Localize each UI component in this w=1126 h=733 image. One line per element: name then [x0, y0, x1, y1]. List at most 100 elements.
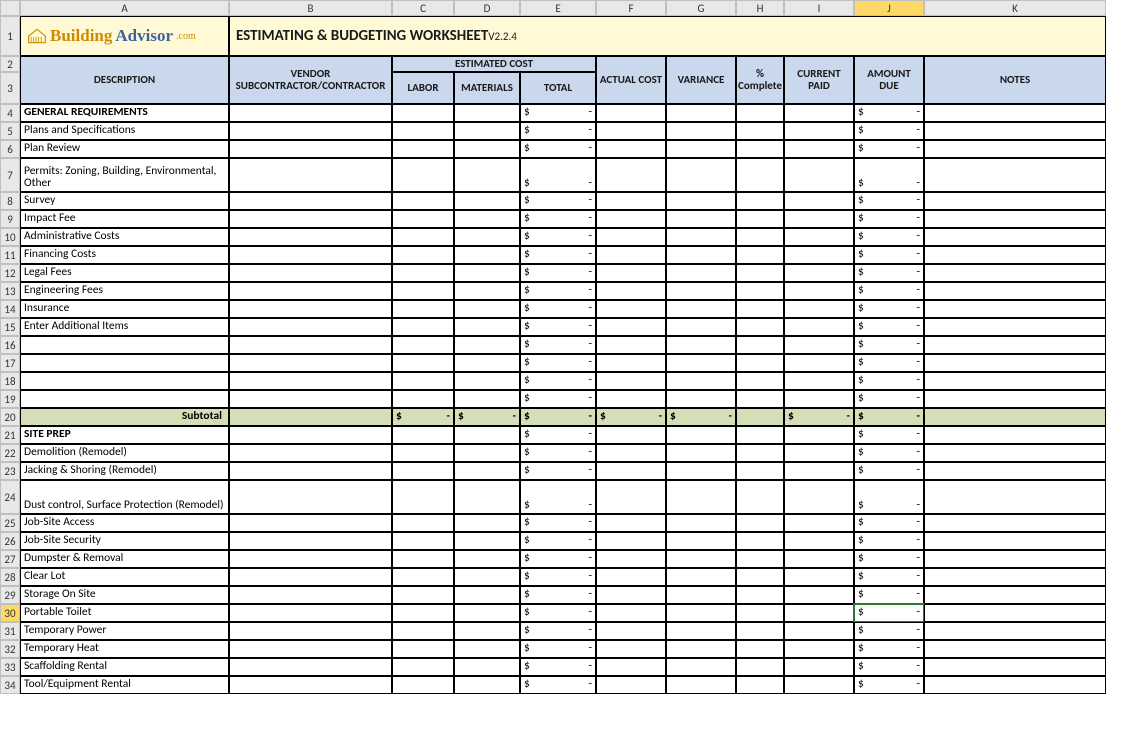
cell-K11[interactable] [924, 246, 1106, 264]
cell-F11[interactable] [596, 246, 666, 264]
cell-C23[interactable] [392, 462, 454, 480]
row-header-6[interactable]: 6 [0, 140, 20, 158]
cell-H24[interactable] [736, 480, 784, 514]
cell-E27[interactable]: $- [520, 550, 596, 568]
cell-J33[interactable]: $- [854, 658, 924, 676]
cell-C31[interactable] [392, 622, 454, 640]
cell-D7[interactable] [454, 158, 520, 192]
cell-J9[interactable]: $- [854, 210, 924, 228]
cell-B29[interactable] [229, 586, 392, 604]
cell-H31[interactable] [736, 622, 784, 640]
cell-F14[interactable] [596, 300, 666, 318]
cell-G8[interactable] [666, 192, 736, 210]
col-header-E[interactable]: E [520, 0, 596, 16]
row-header-4[interactable]: 4 [0, 104, 20, 122]
col-header-I[interactable]: I [784, 0, 854, 16]
cell-K8[interactable] [924, 192, 1106, 210]
cell-I17[interactable] [784, 354, 854, 372]
cell-I34[interactable] [784, 676, 854, 694]
cell-J20[interactable]: $- [854, 408, 924, 426]
cell-A17[interactable] [20, 354, 229, 372]
cell-C24[interactable] [392, 480, 454, 514]
cell-B11[interactable] [229, 246, 392, 264]
cell-A4[interactable]: GENERAL REQUIREMENTS [20, 104, 229, 122]
cell-K5[interactable] [924, 122, 1106, 140]
cell-H18[interactable] [736, 372, 784, 390]
cell-F25[interactable] [596, 514, 666, 532]
cell-H17[interactable] [736, 354, 784, 372]
cell-A26[interactable]: Job-Site Security [20, 532, 229, 550]
cell-G24[interactable] [666, 480, 736, 514]
cell-E20[interactable]: $- [520, 408, 596, 426]
cell-K22[interactable] [924, 444, 1106, 462]
cell-D12[interactable] [454, 264, 520, 282]
cell-B19[interactable] [229, 390, 392, 408]
row-header-28[interactable]: 28 [0, 568, 20, 586]
cell-J26[interactable]: $- [854, 532, 924, 550]
cell-J30[interactable]: $- [854, 604, 924, 622]
cell-E29[interactable]: $- [520, 586, 596, 604]
cell-K13[interactable] [924, 282, 1106, 300]
cell-F26[interactable] [596, 532, 666, 550]
cell-F7[interactable] [596, 158, 666, 192]
cell-H29[interactable] [736, 586, 784, 604]
cell-H4[interactable] [736, 104, 784, 122]
cell-J32[interactable]: $- [854, 640, 924, 658]
cell-K12[interactable] [924, 264, 1106, 282]
cell-E23[interactable]: $- [520, 462, 596, 480]
cell-B26[interactable] [229, 532, 392, 550]
cell-H7[interactable] [736, 158, 784, 192]
cell-C27[interactable] [392, 550, 454, 568]
cell-H5[interactable] [736, 122, 784, 140]
cell-J5[interactable]: $- [854, 122, 924, 140]
cell-F28[interactable] [596, 568, 666, 586]
cell-D25[interactable] [454, 514, 520, 532]
cell-A21[interactable]: SITE PREP [20, 426, 229, 444]
cell-C12[interactable] [392, 264, 454, 282]
col-header-G[interactable]: G [666, 0, 736, 16]
row-header-16[interactable]: 16 [0, 336, 20, 354]
cell-J8[interactable]: $- [854, 192, 924, 210]
cell-J18[interactable]: $- [854, 372, 924, 390]
cell-F30[interactable] [596, 604, 666, 622]
cell-K16[interactable] [924, 336, 1106, 354]
col-header-B[interactable]: B [229, 0, 392, 16]
cell-H10[interactable] [736, 228, 784, 246]
cell-E24[interactable]: $- [520, 480, 596, 514]
cell-B8[interactable] [229, 192, 392, 210]
cell-E19[interactable]: $- [520, 390, 596, 408]
cell-H26[interactable] [736, 532, 784, 550]
cell-B23[interactable] [229, 462, 392, 480]
cell-B9[interactable] [229, 210, 392, 228]
cell-C34[interactable] [392, 676, 454, 694]
cell-B12[interactable] [229, 264, 392, 282]
col-header-F[interactable]: F [596, 0, 666, 16]
cell-C28[interactable] [392, 568, 454, 586]
cell-C15[interactable] [392, 318, 454, 336]
cell-F33[interactable] [596, 658, 666, 676]
cell-F6[interactable] [596, 140, 666, 158]
cell-H8[interactable] [736, 192, 784, 210]
cell-C8[interactable] [392, 192, 454, 210]
cell-F23[interactable] [596, 462, 666, 480]
cell-C20[interactable]: $- [392, 408, 454, 426]
cell-B10[interactable] [229, 228, 392, 246]
cell-I15[interactable] [784, 318, 854, 336]
cell-B13[interactable] [229, 282, 392, 300]
cell-A29[interactable]: Storage On Site [20, 586, 229, 604]
cell-K20[interactable] [924, 408, 1106, 426]
cell-I20[interactable]: $- [784, 408, 854, 426]
cell-A22[interactable]: Demolition (Remodel) [20, 444, 229, 462]
cell-D28[interactable] [454, 568, 520, 586]
cell-G6[interactable] [666, 140, 736, 158]
cell-A25[interactable]: Job-Site Access [20, 514, 229, 532]
cell-I10[interactable] [784, 228, 854, 246]
cell-B21[interactable] [229, 426, 392, 444]
col-header-J[interactable]: J [854, 0, 924, 16]
cell-F4[interactable] [596, 104, 666, 122]
cell-G28[interactable] [666, 568, 736, 586]
cell-K9[interactable] [924, 210, 1106, 228]
cell-H32[interactable] [736, 640, 784, 658]
cell-E33[interactable]: $- [520, 658, 596, 676]
cell-I13[interactable] [784, 282, 854, 300]
